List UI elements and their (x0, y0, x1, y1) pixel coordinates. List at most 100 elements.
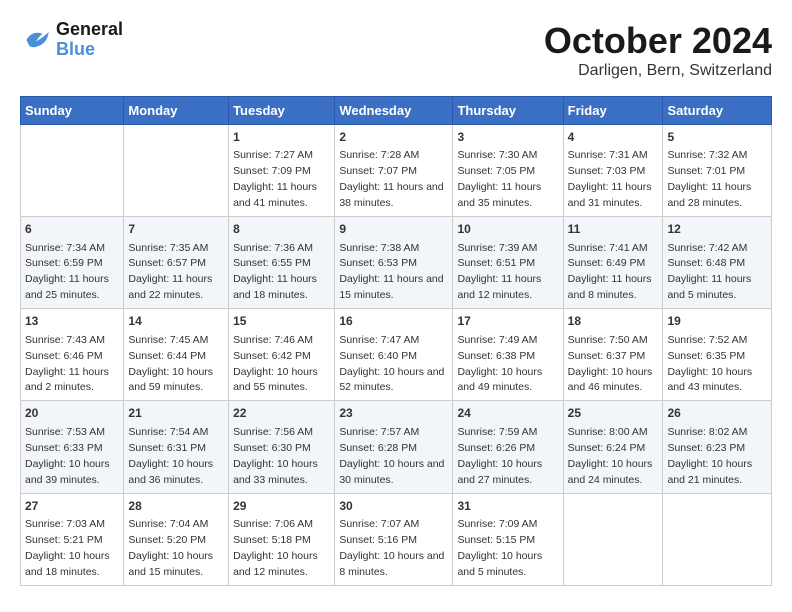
calendar-cell: 31 Sunrise: 7:09 AMSunset: 5:15 PMDayligh… (453, 493, 563, 585)
calendar-table: SundayMondayTuesdayWednesdayThursdayFrid… (20, 96, 772, 586)
page-header: General Blue October 2024 Darligen, Bern… (20, 20, 772, 80)
day-number: 21 (128, 405, 224, 422)
cell-content: Sunrise: 7:39 AMSunset: 6:51 PMDaylight:… (457, 242, 541, 302)
day-number: 27 (25, 498, 119, 515)
cell-content: Sunrise: 7:06 AMSunset: 5:18 PMDaylight:… (233, 518, 318, 578)
week-row-1: 1Sunrise: 7:27 AMSunset: 7:09 PMDaylight… (21, 125, 772, 217)
calendar-cell: 11 Sunrise: 7:41 AMSunset: 6:49 PMDayligh… (563, 217, 663, 309)
day-number: 16 (339, 313, 448, 330)
header-row: SundayMondayTuesdayWednesdayThursdayFrid… (21, 97, 772, 125)
day-number: 31 (457, 498, 558, 515)
cell-content: Sunrise: 7:45 AMSunset: 6:44 PMDaylight:… (128, 334, 213, 394)
cell-content: Sunrise: 7:50 AMSunset: 6:37 PMDaylight:… (568, 334, 653, 394)
calendar-cell: 21Sunrise: 7:54 AMSunset: 6:31 PMDayligh… (124, 401, 229, 493)
calendar-body: 1Sunrise: 7:27 AMSunset: 7:09 PMDaylight… (21, 125, 772, 586)
calendar-cell: 20 Sunrise: 7:53 AMSunset: 6:33 PMDayligh… (21, 401, 124, 493)
location-title: Darligen, Bern, Switzerland (544, 62, 772, 80)
cell-content: Sunrise: 7:57 AMSunset: 6:28 PMDaylight:… (339, 426, 444, 486)
logo: General Blue (20, 20, 123, 60)
day-number: 8 (233, 221, 330, 238)
cell-content: Sunrise: 7:46 AMSunset: 6:42 PMDaylight:… (233, 334, 318, 394)
day-number: 20 (25, 405, 119, 422)
cell-content: Sunrise: 7:32 AMSunset: 7:01 PMDaylight:… (667, 149, 751, 209)
calendar-cell: 26Sunrise: 8:02 AMSunset: 6:23 PMDayligh… (663, 401, 772, 493)
calendar-cell: 22Sunrise: 7:56 AMSunset: 6:30 PMDayligh… (229, 401, 335, 493)
header-day-friday: Friday (563, 97, 663, 125)
day-number: 11 (568, 221, 659, 238)
cell-content: Sunrise: 7:34 AMSunset: 6:59 PMDaylight:… (25, 242, 109, 302)
cell-content: Sunrise: 7:28 AMSunset: 7:07 PMDaylight:… (339, 149, 443, 209)
calendar-cell (563, 493, 663, 585)
calendar-cell: 13 Sunrise: 7:43 AMSunset: 6:46 PMDayligh… (21, 309, 124, 401)
week-row-3: 13 Sunrise: 7:43 AMSunset: 6:46 PMDayligh… (21, 309, 772, 401)
day-number: 12 (667, 221, 767, 238)
day-number: 5 (667, 129, 767, 146)
day-number: 23 (339, 405, 448, 422)
day-number: 2 (339, 129, 448, 146)
calendar-cell: 6 Sunrise: 7:34 AMSunset: 6:59 PMDaylight… (21, 217, 124, 309)
header-day-wednesday: Wednesday (335, 97, 453, 125)
header-day-thursday: Thursday (453, 97, 563, 125)
week-row-4: 20 Sunrise: 7:53 AMSunset: 6:33 PMDayligh… (21, 401, 772, 493)
day-number: 10 (457, 221, 558, 238)
cell-content: Sunrise: 8:00 AMSunset: 6:24 PMDaylight:… (568, 426, 653, 486)
calendar-cell: 17 Sunrise: 7:49 AMSunset: 6:38 PMDayligh… (453, 309, 563, 401)
cell-content: Sunrise: 7:03 AMSunset: 5:21 PMDaylight:… (25, 518, 110, 578)
header-day-monday: Monday (124, 97, 229, 125)
calendar-cell (124, 125, 229, 217)
cell-content: Sunrise: 7:52 AMSunset: 6:35 PMDaylight:… (667, 334, 752, 394)
calendar-cell: 12Sunrise: 7:42 AMSunset: 6:48 PMDayligh… (663, 217, 772, 309)
cell-content: Sunrise: 7:36 AMSunset: 6:55 PMDaylight:… (233, 242, 317, 302)
cell-content: Sunrise: 7:38 AMSunset: 6:53 PMDaylight:… (339, 242, 443, 302)
calendar-header: SundayMondayTuesdayWednesdayThursdayFrid… (21, 97, 772, 125)
day-number: 18 (568, 313, 659, 330)
calendar-cell: 23 Sunrise: 7:57 AMSunset: 6:28 PMDayligh… (335, 401, 453, 493)
day-number: 19 (667, 313, 767, 330)
cell-content: Sunrise: 7:04 AMSunset: 5:20 PMDaylight:… (128, 518, 213, 578)
calendar-cell (21, 125, 124, 217)
logo-text: General Blue (56, 20, 123, 60)
day-number: 13 (25, 313, 119, 330)
day-number: 3 (457, 129, 558, 146)
day-number: 14 (128, 313, 224, 330)
calendar-cell: 14 Sunrise: 7:45 AMSunset: 6:44 PMDayligh… (124, 309, 229, 401)
day-number: 29 (233, 498, 330, 515)
cell-content: Sunrise: 7:35 AMSunset: 6:57 PMDaylight:… (128, 242, 212, 302)
header-day-sunday: Sunday (21, 97, 124, 125)
calendar-cell: 30Sunrise: 7:07 AMSunset: 5:16 PMDayligh… (335, 493, 453, 585)
cell-content: Sunrise: 7:09 AMSunset: 5:15 PMDaylight:… (457, 518, 542, 578)
calendar-cell: 1Sunrise: 7:27 AMSunset: 7:09 PMDaylight… (229, 125, 335, 217)
day-number: 28 (128, 498, 224, 515)
cell-content: Sunrise: 7:53 AMSunset: 6:33 PMDaylight:… (25, 426, 110, 486)
cell-content: Sunrise: 7:07 AMSunset: 5:16 PMDaylight:… (339, 518, 444, 578)
calendar-cell: 18 Sunrise: 7:50 AMSunset: 6:37 PMDayligh… (563, 309, 663, 401)
header-day-saturday: Saturday (663, 97, 772, 125)
calendar-cell: 5 Sunrise: 7:32 AMSunset: 7:01 PMDaylight… (663, 125, 772, 217)
calendar-cell: 19 Sunrise: 7:52 AMSunset: 6:35 PMDayligh… (663, 309, 772, 401)
cell-content: Sunrise: 7:49 AMSunset: 6:38 PMDaylight:… (457, 334, 542, 394)
calendar-cell: 27 Sunrise: 7:03 AMSunset: 5:21 PMDayligh… (21, 493, 124, 585)
day-number: 17 (457, 313, 558, 330)
cell-content: Sunrise: 7:47 AMSunset: 6:40 PMDaylight:… (339, 334, 444, 394)
calendar-cell: 10 Sunrise: 7:39 AMSunset: 6:51 PMDayligh… (453, 217, 563, 309)
day-number: 6 (25, 221, 119, 238)
header-day-tuesday: Tuesday (229, 97, 335, 125)
cell-content: Sunrise: 7:56 AMSunset: 6:30 PMDaylight:… (233, 426, 318, 486)
week-row-5: 27 Sunrise: 7:03 AMSunset: 5:21 PMDayligh… (21, 493, 772, 585)
cell-content: Sunrise: 7:43 AMSunset: 6:46 PMDaylight:… (25, 334, 109, 394)
day-number: 15 (233, 313, 330, 330)
calendar-cell: 3Sunrise: 7:30 AMSunset: 7:05 PMDaylight… (453, 125, 563, 217)
calendar-cell: 24Sunrise: 7:59 AMSunset: 6:26 PMDayligh… (453, 401, 563, 493)
calendar-cell: 29 Sunrise: 7:06 AMSunset: 5:18 PMDayligh… (229, 493, 335, 585)
calendar-cell: 9Sunrise: 7:38 AMSunset: 6:53 PMDaylight… (335, 217, 453, 309)
cell-content: Sunrise: 8:02 AMSunset: 6:23 PMDaylight:… (667, 426, 752, 486)
day-number: 7 (128, 221, 224, 238)
calendar-cell: 2 Sunrise: 7:28 AMSunset: 7:07 PMDaylight… (335, 125, 453, 217)
week-row-2: 6 Sunrise: 7:34 AMSunset: 6:59 PMDaylight… (21, 217, 772, 309)
cell-content: Sunrise: 7:41 AMSunset: 6:49 PMDaylight:… (568, 242, 652, 302)
calendar-cell: 15 Sunrise: 7:46 AMSunset: 6:42 PMDayligh… (229, 309, 335, 401)
day-number: 24 (457, 405, 558, 422)
calendar-cell: 16 Sunrise: 7:47 AMSunset: 6:40 PMDayligh… (335, 309, 453, 401)
calendar-cell: 8 Sunrise: 7:36 AMSunset: 6:55 PMDaylight… (229, 217, 335, 309)
cell-content: Sunrise: 7:27 AMSunset: 7:09 PMDaylight:… (233, 149, 317, 209)
